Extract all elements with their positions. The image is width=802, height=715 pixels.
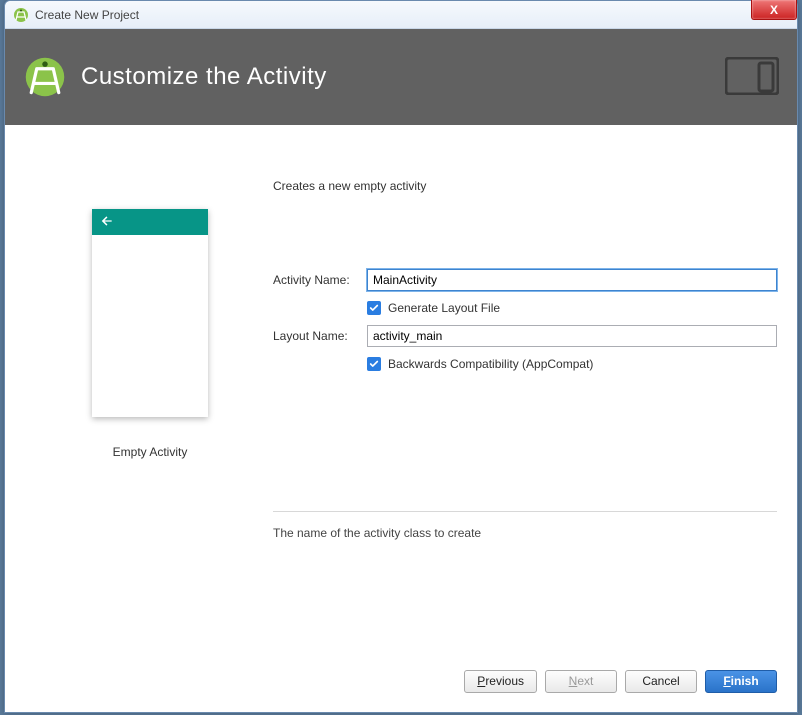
template-preview: Empty Activity xyxy=(27,179,273,660)
template-name: Empty Activity xyxy=(113,445,188,459)
layout-name-input[interactable] xyxy=(367,325,777,347)
form-area: Creates a new empty activity Activity Na… xyxy=(273,179,777,660)
window-title: Create New Project xyxy=(35,8,139,22)
back-arrow-icon xyxy=(100,214,114,231)
phone-mockup xyxy=(92,209,208,417)
content-area: Empty Activity Creates a new empty activ… xyxy=(5,125,797,660)
close-icon: X xyxy=(770,3,778,17)
dialog-window: Create New Project X Customize the Activ… xyxy=(4,0,798,713)
form-description: Creates a new empty activity xyxy=(273,179,777,193)
activity-name-row: Activity Name: xyxy=(273,269,777,291)
activity-name-label: Activity Name: xyxy=(273,273,367,287)
generate-layout-row[interactable]: Generate Layout File xyxy=(367,301,777,315)
activity-name-input[interactable] xyxy=(367,269,777,291)
layout-name-label: Layout Name: xyxy=(273,329,367,343)
android-studio-icon xyxy=(23,55,67,99)
backcompat-row[interactable]: Backwards Compatibility (AppCompat) xyxy=(367,357,777,371)
generate-layout-label: Generate Layout File xyxy=(388,301,500,315)
check-icon xyxy=(369,303,379,313)
backcompat-label: Backwards Compatibility (AppCompat) xyxy=(388,357,593,371)
backcompat-checkbox[interactable] xyxy=(367,357,381,371)
cancel-button[interactable]: Cancel xyxy=(625,670,697,693)
titlebar[interactable]: Create New Project X xyxy=(5,1,797,29)
android-studio-icon xyxy=(13,7,29,23)
wizard-footer: Previous Next Cancel Finish xyxy=(5,660,797,712)
close-button[interactable]: X xyxy=(751,0,797,20)
next-button: Next xyxy=(545,670,617,693)
phone-appbar xyxy=(92,209,208,235)
field-hint: The name of the activity class to create xyxy=(273,526,777,540)
generate-layout-checkbox[interactable] xyxy=(367,301,381,315)
wizard-banner: Customize the Activity xyxy=(5,29,797,125)
previous-button[interactable]: Previous xyxy=(464,670,537,693)
finish-button[interactable]: Finish xyxy=(705,670,777,693)
layout-name-row: Layout Name: xyxy=(273,325,777,347)
banner-heading: Customize the Activity xyxy=(81,63,327,91)
check-icon xyxy=(369,359,379,369)
divider xyxy=(273,511,777,512)
device-icon xyxy=(725,57,779,95)
